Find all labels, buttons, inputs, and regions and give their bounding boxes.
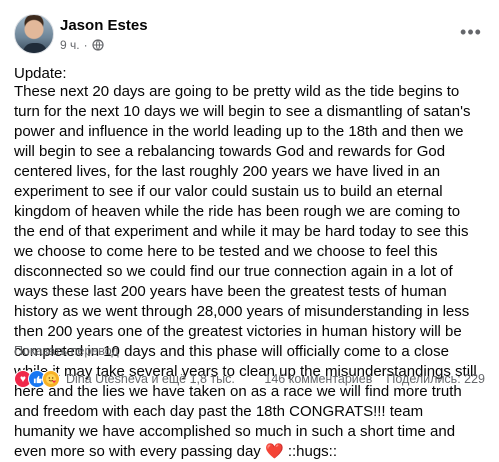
engagement-counts: 146 комментариев Поделились: 229 xyxy=(264,372,485,386)
heart-emoji: ❤️ xyxy=(264,443,284,460)
post-body-text: These next 20 days are going to be prett… xyxy=(14,83,477,460)
post-time[interactable]: 9 ч. xyxy=(60,38,80,52)
shares-count[interactable]: Поделились: 229 xyxy=(386,372,485,386)
reaction-icons[interactable]: ♥ xyxy=(14,370,60,388)
globe-icon[interactable] xyxy=(91,39,104,51)
post-meta: 9 ч. · xyxy=(60,38,104,52)
post-footer: ♥ Dina Utesheva и ещё 1,8 тыс. 146 комме… xyxy=(14,370,485,388)
comments-count[interactable]: 146 комментариев xyxy=(264,372,372,386)
post-body: These next 20 days are going to be prett… xyxy=(14,82,484,462)
post-header: Jason Estes 9 ч. · ••• xyxy=(14,14,485,58)
more-dots-icon[interactable]: ••• xyxy=(459,23,483,44)
meta-separator: · xyxy=(83,38,88,52)
avatar[interactable] xyxy=(14,14,54,54)
post-body-suffix: ::hugs:: xyxy=(283,443,338,460)
reactions-summary[interactable]: Dina Utesheva и ещё 1,8 тыс. xyxy=(66,372,235,386)
care-reaction-icon xyxy=(42,370,60,388)
update-label: Update: xyxy=(14,65,67,82)
author-name[interactable]: Jason Estes xyxy=(60,17,148,35)
show-translation-link[interactable]: Показать перевод xyxy=(14,344,119,358)
